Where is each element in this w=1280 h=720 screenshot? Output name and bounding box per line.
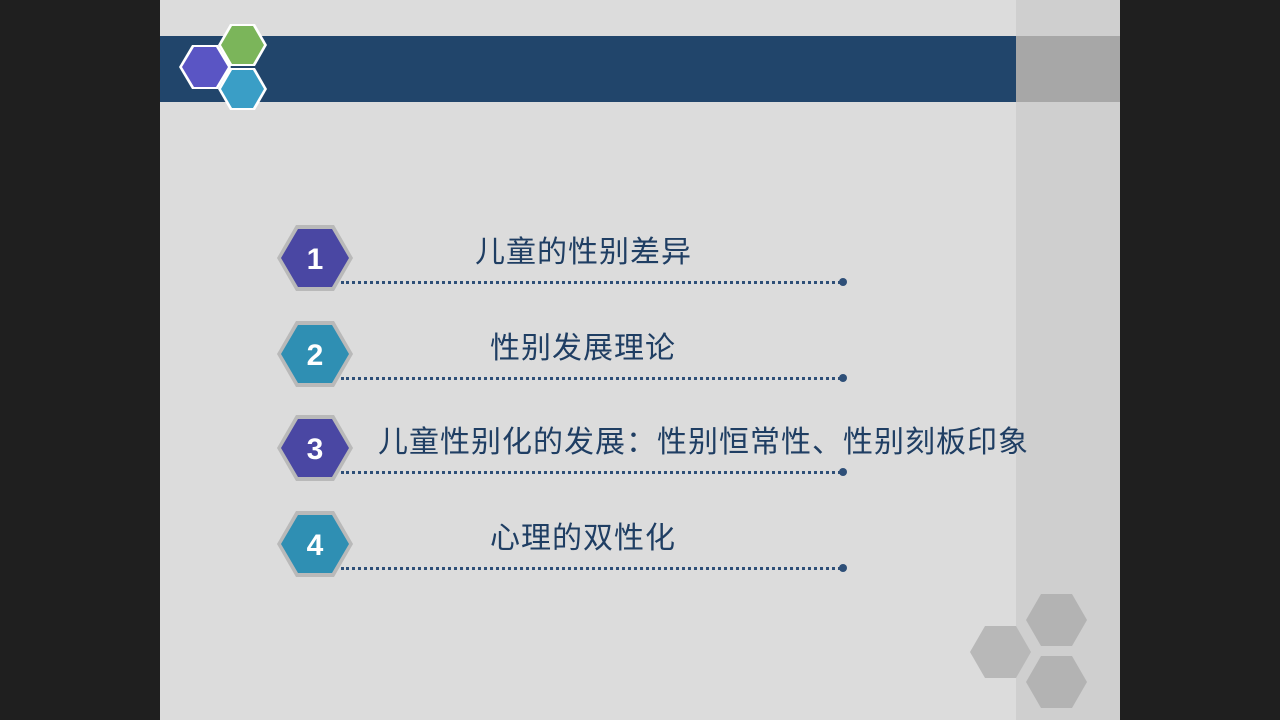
- item-number: 1: [307, 243, 324, 276]
- item-label: 心理的双性化: [490, 521, 676, 556]
- item-label: 儿童性别化的发展：性别恒常性、性别刻板印象: [378, 425, 1029, 460]
- divider-endpoint: [839, 564, 847, 572]
- header-bar: [160, 36, 1016, 102]
- item-label: 儿童的性别差异: [475, 235, 692, 270]
- divider-endpoint: [839, 278, 847, 286]
- list-item: 3 儿童性别化的发展：性别恒常性、性别刻板印象: [275, 411, 1028, 491]
- list-item: 1 儿童的性别差异: [275, 221, 995, 301]
- hexagon-cluster-logo-icon: [179, 24, 267, 110]
- item-label: 性别发展理论: [490, 331, 676, 366]
- list-item: 2 性别发展理论: [275, 317, 995, 397]
- divider-endpoint: [839, 374, 847, 382]
- item-number: 3: [307, 433, 324, 466]
- header-bar-gray-segment: [1016, 36, 1120, 102]
- presentation-slide: 1 儿童的性别差异 2 性别发展理论 3 儿童性别化的发展：性别恒常性、性别刻板…: [160, 0, 1120, 720]
- dotted-divider: [341, 471, 841, 474]
- dotted-divider: [341, 567, 841, 570]
- item-number: 4: [307, 529, 324, 562]
- dotted-divider: [341, 377, 841, 380]
- item-number: 2: [307, 339, 324, 372]
- right-side-panel: [1016, 0, 1120, 720]
- dotted-divider: [341, 281, 841, 284]
- divider-endpoint: [839, 468, 847, 476]
- list-item: 4 心理的双性化: [275, 507, 995, 587]
